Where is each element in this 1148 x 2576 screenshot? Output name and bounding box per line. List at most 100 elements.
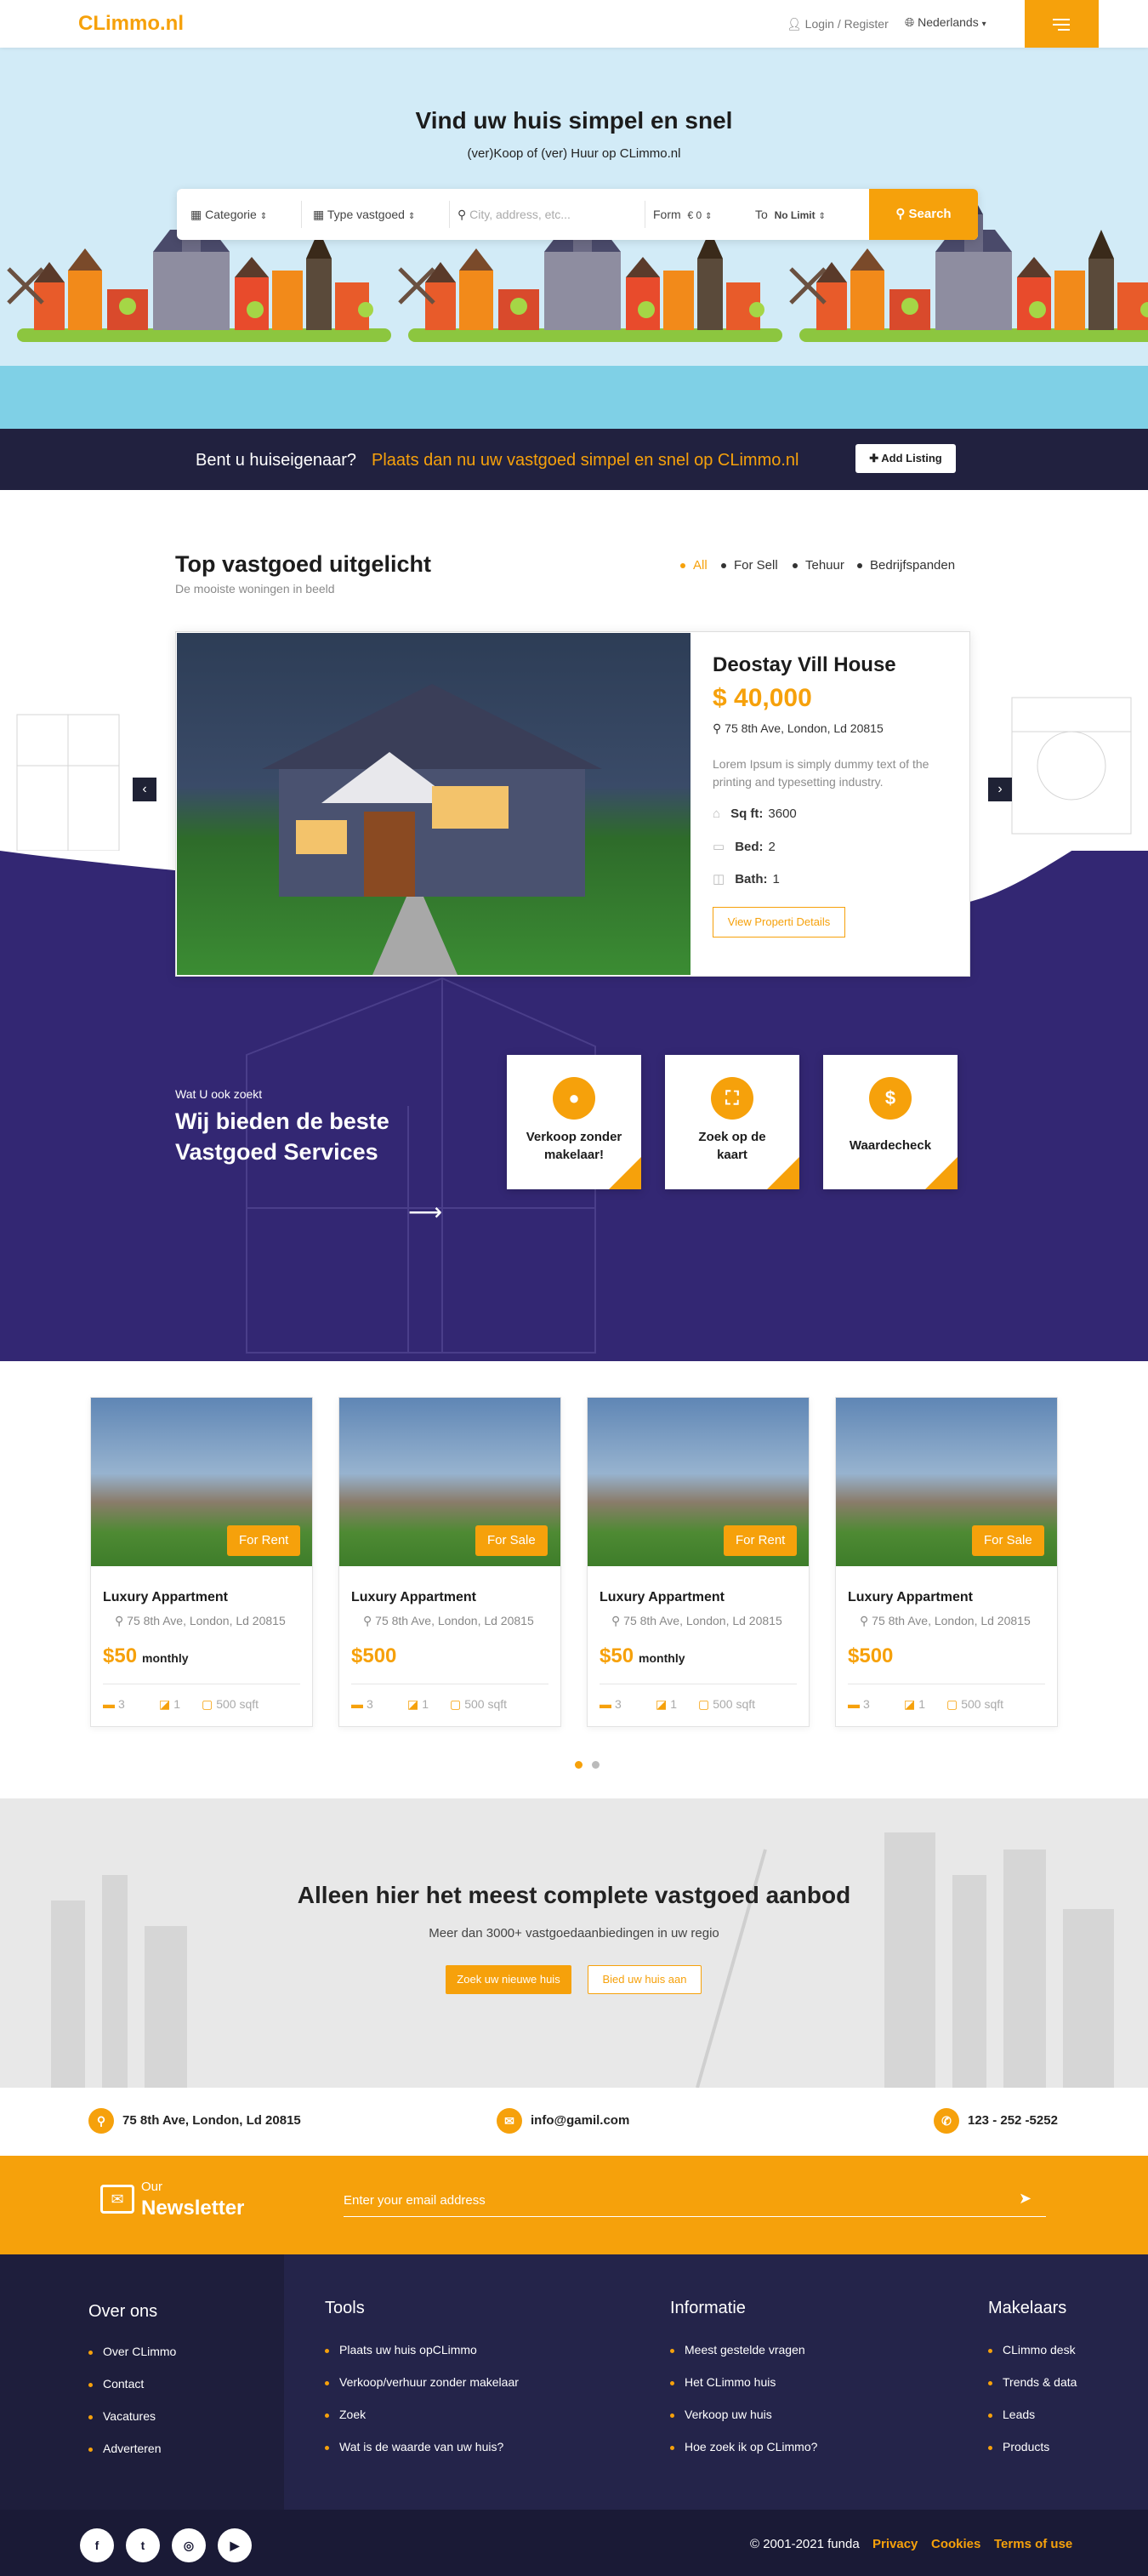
dollar-icon: $	[869, 1077, 912, 1120]
find-new-home-button[interactable]: Zoek uw nieuwe huis	[446, 1965, 571, 1994]
filter-all[interactable]: All	[680, 558, 708, 573]
carousel-dot[interactable]	[592, 1761, 600, 1769]
listing-tag: For Rent	[724, 1525, 798, 1556]
footer-link[interactable]: Over CLimmo	[88, 2345, 176, 2358]
view-property-details-button[interactable]: View Properti Details	[713, 907, 845, 938]
property-type-select[interactable]: ▦ Type vastgoed ⇕	[313, 189, 415, 240]
twitter-icon[interactable]: t	[126, 2528, 160, 2562]
featured-property-price: $ 40,000	[713, 684, 812, 712]
carousel-next-arrow-icon[interactable]: ›	[988, 778, 1012, 801]
services-pretitle: Wat U ook zoekt	[175, 1087, 263, 1101]
carousel-dot-active[interactable]	[575, 1761, 583, 1769]
hamburger-menu-button[interactable]	[1025, 0, 1099, 48]
footer-link[interactable]: Trends & data	[988, 2375, 1077, 2389]
contact-email[interactable]: ✉ info@gamil.com	[497, 2108, 629, 2134]
featured-property-description: Lorem Ipsum is simply dummy text of the …	[713, 757, 929, 789]
bath-icon: ◪	[407, 1697, 419, 1711]
featured-bath: ◫ Bath: 1	[713, 872, 780, 886]
featured-house-image[interactable]	[177, 633, 691, 975]
map-pin-icon: ⚲	[611, 1614, 624, 1627]
hero-subtitle: (ver)Koop of (ver) Huur op CLimmo.nl	[467, 146, 681, 161]
bath-icon: ◪	[159, 1697, 171, 1711]
listing-price: $50 monthly	[600, 1644, 685, 1667]
login-register-link[interactable]: 👤︎ Login / Register	[787, 17, 889, 31]
listing-address: ⚲ 75 8th Ave, London, Ld 20815	[611, 1614, 782, 1627]
footer-heading-over: Over ons	[88, 2302, 158, 2321]
service-card-valuation[interactable]: $ Waardecheck	[823, 1055, 958, 1189]
listing-price: $500	[351, 1644, 397, 1667]
listing-area: ▢ 500 sqft	[946, 1697, 1004, 1711]
site-logo[interactable]: CLimmo.nl	[78, 12, 184, 36]
listing-beds: ▬ 3	[103, 1697, 125, 1711]
footer-link[interactable]: Adverteren	[88, 2442, 161, 2455]
map-icon: ⛶	[711, 1077, 753, 1120]
facebook-icon[interactable]: f	[80, 2528, 114, 2562]
building-icon: ▦	[190, 208, 206, 221]
listing-area: ▢ 500 sqft	[698, 1697, 756, 1711]
add-listing-button[interactable]: ✚ Add Listing	[855, 444, 956, 473]
bath-icon: ◫	[713, 872, 725, 886]
footer-link[interactable]: Hoe zoek ik op CLimmo?	[670, 2440, 817, 2453]
sort-arrows-icon: ⇕	[818, 212, 826, 221]
service-card-map[interactable]: ⛶ Zoek op de kaart	[665, 1055, 799, 1189]
footer-link[interactable]: Contact	[88, 2377, 144, 2391]
youtube-icon[interactable]: ▶	[218, 2528, 252, 2562]
hero-title: Vind uw huis simpel en snel	[415, 107, 733, 134]
instagram-icon[interactable]: ◎	[172, 2528, 206, 2562]
footer-link[interactable]: Leads	[988, 2408, 1035, 2421]
footer-link[interactable]: Vacatures	[88, 2409, 156, 2423]
terms-link[interactable]: Terms of use	[994, 2537, 1072, 2551]
search-button[interactable]: ⚲ Search	[869, 189, 978, 240]
send-icon[interactable]: ➤	[1019, 2190, 1031, 2208]
listing-card[interactable]: For Rent Luxury Appartment ⚲ 75 8th Ave,…	[587, 1397, 810, 1727]
footer-link[interactable]: Verkoop uw huis	[670, 2408, 772, 2421]
filter-for-sell[interactable]: For Sell	[721, 558, 778, 573]
bath-icon: ◪	[656, 1697, 668, 1711]
listing-baths: ◪ 1	[159, 1697, 181, 1711]
category-select[interactable]: ▦ Categorie ⇕	[190, 189, 267, 240]
phone-icon: ✆	[934, 2108, 959, 2134]
bed-icon: ▬	[600, 1697, 611, 1711]
listing-card[interactable]: For Sale Luxury Appartment ⚲ 75 8th Ave,…	[338, 1397, 561, 1727]
footer-link[interactable]: Plaats uw huis opCLimmo	[325, 2343, 477, 2357]
footer-link[interactable]: Wat is de waarde van uw huis?	[325, 2440, 503, 2453]
search-icon: ⚲	[895, 207, 909, 221]
listing-beds: ▬ 3	[351, 1697, 373, 1711]
filter-bedrijfspanden[interactable]: Bedrijfspanden	[857, 558, 955, 573]
listing-price: $500	[848, 1644, 894, 1667]
listing-name: Luxury Appartment	[600, 1590, 725, 1604]
contact-address: ⚲ 75 8th Ave, London, Ld 20815	[88, 2108, 301, 2134]
listing-card[interactable]: For Rent Luxury Appartment ⚲ 75 8th Ave,…	[90, 1397, 313, 1727]
footer-heading-informatie: Informatie	[670, 2299, 746, 2317]
offer-your-home-button[interactable]: Bied uw huis aan	[588, 1965, 702, 1994]
footer-link[interactable]: Verkoop/verhuur zonder makelaar	[325, 2375, 519, 2389]
contact-phone[interactable]: ✆ 123 - 252 -5252	[934, 2108, 1058, 2134]
footer-link[interactable]: Zoek	[325, 2408, 366, 2421]
filter-tehuur[interactable]: Tehuur	[793, 558, 844, 573]
price-from-select[interactable]: Form € 0 ⇕	[653, 189, 712, 240]
cta-section	[0, 1798, 1148, 2088]
carousel-prev-arrow-icon[interactable]: ‹	[133, 778, 156, 801]
listing-area: ▢ 500 sqft	[202, 1697, 259, 1711]
listing-card[interactable]: For Sale Luxury Appartment ⚲ 75 8th Ave,…	[835, 1397, 1058, 1727]
privacy-link[interactable]: Privacy	[872, 2537, 918, 2551]
listing-name: Luxury Appartment	[103, 1590, 228, 1604]
footer-link[interactable]: Meest gestelde vragen	[670, 2343, 805, 2357]
newsletter-email-input[interactable]: Enter your email address	[344, 2188, 1046, 2217]
featured-bed: ▭ Bed: 2	[713, 840, 776, 854]
listing-name: Luxury Appartment	[351, 1590, 476, 1604]
area-icon: ▢	[946, 1697, 958, 1711]
footer-link[interactable]: Het CLimmo huis	[670, 2375, 776, 2389]
footer-link[interactable]: CLimmo desk	[988, 2343, 1076, 2357]
listing-baths: ◪ 1	[656, 1697, 678, 1711]
service-card-sell[interactable]: ● Verkoop zonder makelaar!	[507, 1055, 641, 1189]
location-input[interactable]: ⚲ City, address, etc...	[457, 189, 645, 240]
footer-link[interactable]: Products	[988, 2440, 1049, 2453]
newsletter-title: Newsletter	[141, 2197, 245, 2220]
price-to-select[interactable]: To No Limit ⇕	[755, 189, 826, 240]
cta-subtitle: Meer dan 3000+ vastgoedaanbiedingen in u…	[429, 1926, 719, 1941]
language-selector[interactable]: 🌐︎ Nederlands ▾	[905, 15, 986, 30]
cookies-link[interactable]: Cookies	[931, 2537, 980, 2551]
map-pin-icon: ⚲	[457, 208, 470, 221]
map-pin-icon: ⚲	[115, 1614, 128, 1627]
